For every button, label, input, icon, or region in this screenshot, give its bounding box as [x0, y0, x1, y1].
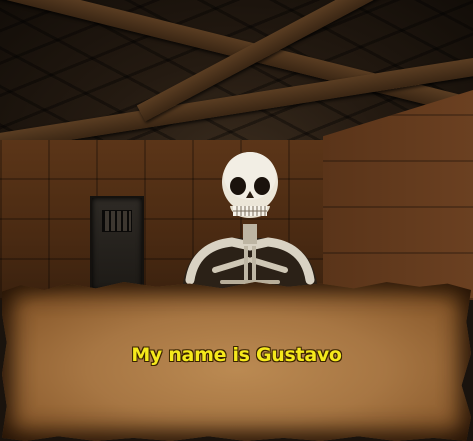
skeleton-npc[interactable]: [160, 150, 340, 300]
game-viewport[interactable]: My name is Gustavo: [0, 0, 473, 441]
dialog-text: My name is Gustavo: [131, 344, 342, 366]
skeleton-icon: [182, 152, 318, 298]
door-grate: [102, 210, 132, 232]
dialog-panel[interactable]: My name is Gustavo: [2, 282, 471, 441]
dungeon-door[interactable]: [90, 196, 144, 292]
